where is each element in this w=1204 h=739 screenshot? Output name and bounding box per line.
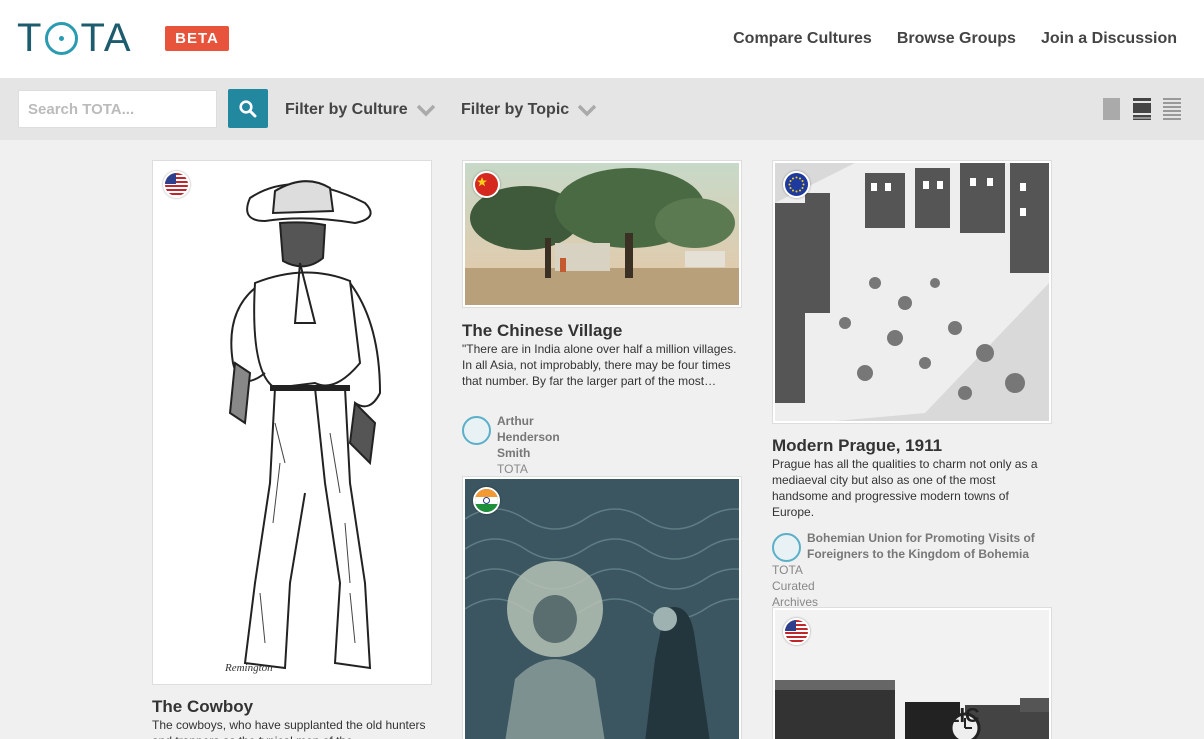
- prague-image[interactable]: [772, 160, 1052, 424]
- nav-compare-cultures[interactable]: Compare Cultures: [733, 30, 872, 48]
- public-market-image[interactable]: PUBLIC: [772, 607, 1052, 739]
- us-flag-icon: [163, 171, 190, 198]
- prague-picture: [775, 163, 1049, 421]
- single-view-icon[interactable]: [1103, 98, 1120, 120]
- author-source: TOTA Curated Archives: [772, 563, 819, 609]
- author-name[interactable]: Arthur Henderson Smith: [497, 413, 560, 461]
- filter-by-culture-dropdown[interactable]: Filter by Culture: [285, 101, 436, 119]
- card-title[interactable]: The Chinese Village: [462, 321, 622, 341]
- main-nav: Compare Cultures Browse Groups Join a Di…: [733, 30, 1177, 48]
- market-picture: PUBLIC: [775, 610, 1049, 739]
- filter-by-topic-dropdown[interactable]: Filter by Topic: [461, 101, 597, 119]
- search-button[interactable]: [228, 89, 268, 128]
- cowboy-sketch: Remington: [155, 163, 429, 682]
- nav-browse-groups[interactable]: Browse Groups: [897, 30, 1016, 48]
- chinese-village-image[interactable]: [462, 160, 742, 308]
- author-name[interactable]: Bohemian Union for Promoting Visits of F…: [807, 530, 1052, 562]
- market-sign-text: PUBLIC: [905, 705, 979, 727]
- chevron-down-icon: [577, 104, 597, 117]
- beta-badge: BETA: [165, 26, 229, 51]
- us-flag-icon: [783, 618, 810, 645]
- tota-logo[interactable]: T TA: [17, 18, 133, 58]
- filter-toolbar: Filter by Culture Filter by Topic: [0, 78, 1204, 140]
- deity-picture: [464, 479, 741, 739]
- filter-topic-label: Filter by Topic: [461, 101, 570, 118]
- china-flag-icon: [473, 171, 500, 198]
- nav-join-discussion[interactable]: Join a Discussion: [1041, 30, 1177, 48]
- svg-text:Remington: Remington: [224, 662, 273, 674]
- card-title[interactable]: Modern Prague, 1911: [772, 436, 942, 456]
- card-author[interactable]: Bohemian Union for Promoting Visits of F…: [772, 530, 1052, 562]
- card-description: The cowboys, who have supplanted the old…: [152, 718, 426, 739]
- eu-flag-icon: [783, 171, 810, 198]
- chevron-down-icon: [416, 104, 435, 117]
- card-description: "There are in India alone over half a mi…: [462, 342, 737, 388]
- site-header: T TA BETA Compare Cultures Browse Groups …: [0, 0, 1204, 78]
- card-title[interactable]: The Cowboy: [152, 697, 253, 717]
- author-avatar: [462, 416, 491, 445]
- logo-o-icon: [45, 21, 79, 55]
- filter-culture-label: Filter by Culture: [285, 101, 408, 118]
- large-list-view-icon[interactable]: [1133, 98, 1151, 120]
- cowboy-illustration[interactable]: Remington: [152, 160, 432, 685]
- india-deity-image[interactable]: [462, 476, 742, 739]
- village-picture: [465, 163, 739, 305]
- author-avatar: [772, 533, 801, 562]
- compact-list-view-icon[interactable]: [1163, 98, 1181, 120]
- search-icon: [239, 99, 257, 117]
- card-description: Prague has all the qualities to charm no…: [772, 457, 1038, 519]
- india-flag-icon: [473, 487, 500, 514]
- search-input[interactable]: [18, 90, 217, 128]
